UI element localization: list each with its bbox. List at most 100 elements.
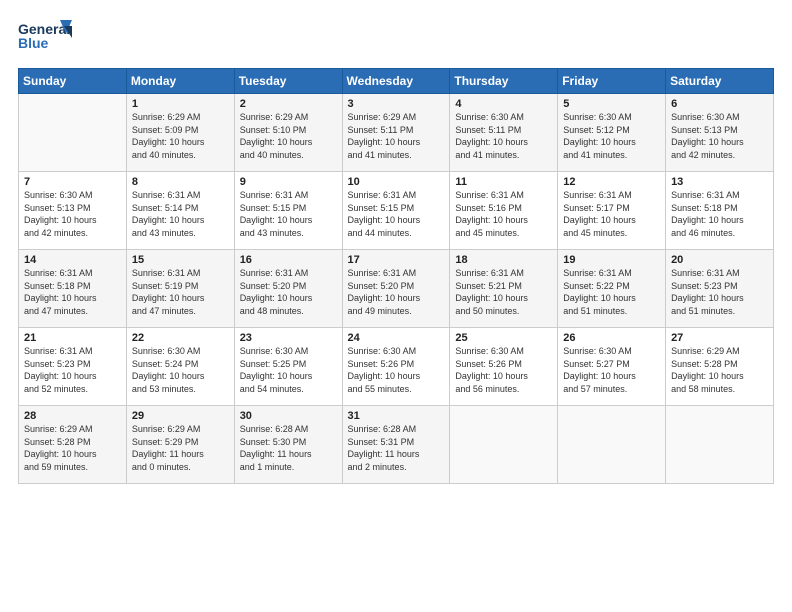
calendar-cell: 29Sunrise: 6:29 AM Sunset: 5:29 PM Dayli… [126,406,234,484]
day-number: 5 [563,98,660,110]
day-info: Sunrise: 6:31 AM Sunset: 5:21 PM Dayligh… [455,267,552,317]
day-info: Sunrise: 6:30 AM Sunset: 5:11 PM Dayligh… [455,111,552,161]
calendar-cell: 17Sunrise: 6:31 AM Sunset: 5:20 PM Dayli… [342,250,450,328]
day-info: Sunrise: 6:31 AM Sunset: 5:17 PM Dayligh… [563,189,660,239]
day-info: Sunrise: 6:29 AM Sunset: 5:10 PM Dayligh… [240,111,337,161]
day-info: Sunrise: 6:31 AM Sunset: 5:15 PM Dayligh… [240,189,337,239]
day-number: 17 [348,254,445,266]
day-number: 30 [240,410,337,422]
calendar-cell: 8Sunrise: 6:31 AM Sunset: 5:14 PM Daylig… [126,172,234,250]
day-info: Sunrise: 6:31 AM Sunset: 5:14 PM Dayligh… [132,189,229,239]
calendar-cell: 2Sunrise: 6:29 AM Sunset: 5:10 PM Daylig… [234,94,342,172]
day-info: Sunrise: 6:30 AM Sunset: 5:25 PM Dayligh… [240,345,337,395]
svg-text:Blue: Blue [18,35,49,51]
day-number: 20 [671,254,768,266]
day-number: 6 [671,98,768,110]
col-header-tuesday: Tuesday [234,69,342,94]
calendar-cell: 4Sunrise: 6:30 AM Sunset: 5:11 PM Daylig… [450,94,558,172]
calendar-cell: 13Sunrise: 6:31 AM Sunset: 5:18 PM Dayli… [666,172,774,250]
day-number: 29 [132,410,229,422]
calendar-cell: 18Sunrise: 6:31 AM Sunset: 5:21 PM Dayli… [450,250,558,328]
calendar-cell: 6Sunrise: 6:30 AM Sunset: 5:13 PM Daylig… [666,94,774,172]
logo: GeneralBlue [18,18,73,56]
day-number: 15 [132,254,229,266]
calendar-cell: 12Sunrise: 6:31 AM Sunset: 5:17 PM Dayli… [558,172,666,250]
day-info: Sunrise: 6:30 AM Sunset: 5:12 PM Dayligh… [563,111,660,161]
col-header-friday: Friday [558,69,666,94]
col-header-wednesday: Wednesday [342,69,450,94]
calendar-table: SundayMondayTuesdayWednesdayThursdayFrid… [18,68,774,484]
day-number: 24 [348,332,445,344]
day-number: 25 [455,332,552,344]
calendar-cell: 23Sunrise: 6:30 AM Sunset: 5:25 PM Dayli… [234,328,342,406]
day-number: 31 [348,410,445,422]
day-info: Sunrise: 6:31 AM Sunset: 5:15 PM Dayligh… [348,189,445,239]
day-info: Sunrise: 6:31 AM Sunset: 5:19 PM Dayligh… [132,267,229,317]
calendar-cell [19,94,127,172]
calendar-cell [558,406,666,484]
page-container: GeneralBlue SundayMondayTuesdayWednesday… [0,0,792,496]
day-info: Sunrise: 6:28 AM Sunset: 5:30 PM Dayligh… [240,423,337,473]
day-info: Sunrise: 6:29 AM Sunset: 5:11 PM Dayligh… [348,111,445,161]
day-info: Sunrise: 6:31 AM Sunset: 5:18 PM Dayligh… [24,267,121,317]
calendar-cell: 3Sunrise: 6:29 AM Sunset: 5:11 PM Daylig… [342,94,450,172]
calendar-cell: 19Sunrise: 6:31 AM Sunset: 5:22 PM Dayli… [558,250,666,328]
calendar-cell: 28Sunrise: 6:29 AM Sunset: 5:28 PM Dayli… [19,406,127,484]
week-row-2: 7Sunrise: 6:30 AM Sunset: 5:13 PM Daylig… [19,172,774,250]
day-info: Sunrise: 6:31 AM Sunset: 5:16 PM Dayligh… [455,189,552,239]
week-row-4: 21Sunrise: 6:31 AM Sunset: 5:23 PM Dayli… [19,328,774,406]
day-info: Sunrise: 6:31 AM Sunset: 5:22 PM Dayligh… [563,267,660,317]
calendar-cell: 7Sunrise: 6:30 AM Sunset: 5:13 PM Daylig… [19,172,127,250]
calendar-cell: 22Sunrise: 6:30 AM Sunset: 5:24 PM Dayli… [126,328,234,406]
calendar-cell: 1Sunrise: 6:29 AM Sunset: 5:09 PM Daylig… [126,94,234,172]
calendar-cell: 24Sunrise: 6:30 AM Sunset: 5:26 PM Dayli… [342,328,450,406]
col-header-thursday: Thursday [450,69,558,94]
day-info: Sunrise: 6:28 AM Sunset: 5:31 PM Dayligh… [348,423,445,473]
day-info: Sunrise: 6:31 AM Sunset: 5:18 PM Dayligh… [671,189,768,239]
day-info: Sunrise: 6:30 AM Sunset: 5:27 PM Dayligh… [563,345,660,395]
day-number: 13 [671,176,768,188]
day-number: 1 [132,98,229,110]
calendar-cell: 21Sunrise: 6:31 AM Sunset: 5:23 PM Dayli… [19,328,127,406]
day-info: Sunrise: 6:31 AM Sunset: 5:20 PM Dayligh… [240,267,337,317]
week-row-5: 28Sunrise: 6:29 AM Sunset: 5:28 PM Dayli… [19,406,774,484]
calendar-cell: 15Sunrise: 6:31 AM Sunset: 5:19 PM Dayli… [126,250,234,328]
day-info: Sunrise: 6:30 AM Sunset: 5:13 PM Dayligh… [671,111,768,161]
day-info: Sunrise: 6:29 AM Sunset: 5:09 PM Dayligh… [132,111,229,161]
day-number: 3 [348,98,445,110]
day-number: 21 [24,332,121,344]
day-number: 23 [240,332,337,344]
day-number: 9 [240,176,337,188]
calendar-cell: 27Sunrise: 6:29 AM Sunset: 5:28 PM Dayli… [666,328,774,406]
day-number: 7 [24,176,121,188]
week-row-3: 14Sunrise: 6:31 AM Sunset: 5:18 PM Dayli… [19,250,774,328]
day-number: 22 [132,332,229,344]
day-number: 4 [455,98,552,110]
day-number: 14 [24,254,121,266]
day-number: 28 [24,410,121,422]
day-number: 12 [563,176,660,188]
calendar-cell: 5Sunrise: 6:30 AM Sunset: 5:12 PM Daylig… [558,94,666,172]
day-info: Sunrise: 6:31 AM Sunset: 5:23 PM Dayligh… [24,345,121,395]
day-number: 11 [455,176,552,188]
day-number: 16 [240,254,337,266]
calendar-cell: 31Sunrise: 6:28 AM Sunset: 5:31 PM Dayli… [342,406,450,484]
calendar-cell: 16Sunrise: 6:31 AM Sunset: 5:20 PM Dayli… [234,250,342,328]
day-number: 27 [671,332,768,344]
calendar-cell: 10Sunrise: 6:31 AM Sunset: 5:15 PM Dayli… [342,172,450,250]
calendar-cell [666,406,774,484]
day-info: Sunrise: 6:30 AM Sunset: 5:24 PM Dayligh… [132,345,229,395]
day-info: Sunrise: 6:31 AM Sunset: 5:20 PM Dayligh… [348,267,445,317]
calendar-cell: 14Sunrise: 6:31 AM Sunset: 5:18 PM Dayli… [19,250,127,328]
calendar-cell: 30Sunrise: 6:28 AM Sunset: 5:30 PM Dayli… [234,406,342,484]
day-number: 19 [563,254,660,266]
calendar-cell: 26Sunrise: 6:30 AM Sunset: 5:27 PM Dayli… [558,328,666,406]
header: GeneralBlue [18,18,774,56]
day-info: Sunrise: 6:30 AM Sunset: 5:26 PM Dayligh… [455,345,552,395]
day-info: Sunrise: 6:29 AM Sunset: 5:28 PM Dayligh… [24,423,121,473]
logo-svg: GeneralBlue [18,18,73,56]
day-info: Sunrise: 6:29 AM Sunset: 5:28 PM Dayligh… [671,345,768,395]
day-number: 26 [563,332,660,344]
col-header-saturday: Saturday [666,69,774,94]
col-header-sunday: Sunday [19,69,127,94]
